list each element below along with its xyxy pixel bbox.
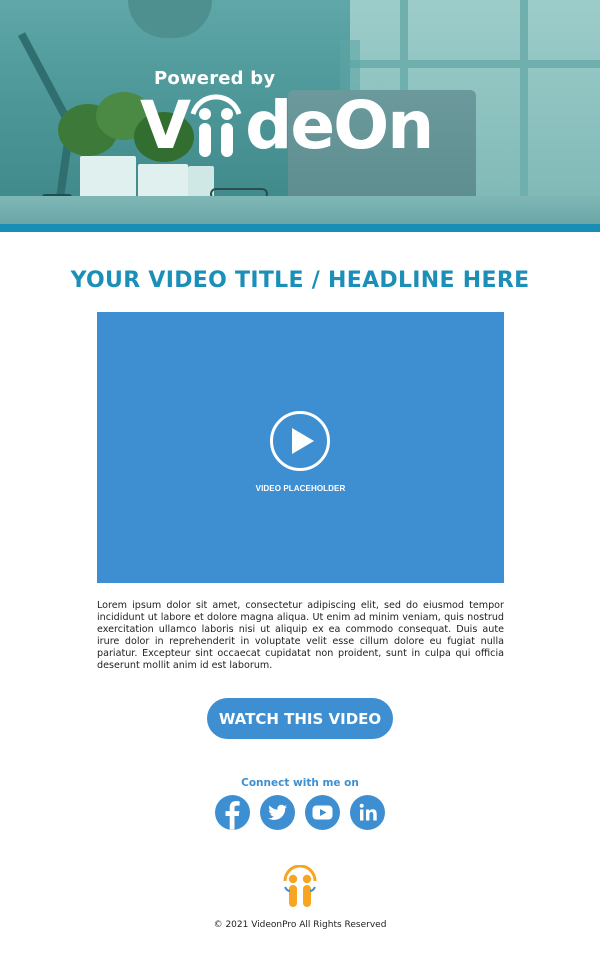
hero-desk	[0, 196, 600, 224]
connect-heading: Connect with me on	[241, 777, 359, 789]
videon-logo: V deOn	[140, 86, 434, 164]
twitter-icon[interactable]	[260, 795, 295, 830]
logo-text-left: V	[140, 86, 191, 164]
hero-window-frame	[520, 0, 528, 200]
video-placeholder[interactable]: VIDEO PLACEHOLDER	[97, 312, 504, 583]
body-text: Lorem ipsum dolor sit amet, consectetur …	[97, 600, 504, 671]
youtube-icon[interactable]	[305, 795, 340, 830]
hero-banner: Powered by V deOn	[0, 0, 600, 224]
video-placeholder-label: VIDEO PLACEHOLDER	[255, 484, 346, 493]
logo-text-right: deOn	[245, 86, 434, 164]
hero-accent-bar	[0, 224, 600, 232]
logo-people-icon	[185, 92, 247, 158]
hero-window-frame	[350, 60, 600, 68]
watch-video-button[interactable]: WATCH THIS VIDEO	[207, 698, 393, 739]
facebook-icon[interactable]	[215, 795, 250, 830]
play-icon[interactable]	[270, 411, 330, 471]
copyright-text: © 2021 VideonPro All Rights Reserved	[213, 920, 387, 930]
hero-lamp	[128, 0, 212, 38]
footer-logo-icon	[280, 864, 320, 909]
linkedin-icon[interactable]	[350, 795, 385, 830]
video-headline: YOUR VIDEO TITLE / HEADLINE HERE	[70, 268, 530, 293]
